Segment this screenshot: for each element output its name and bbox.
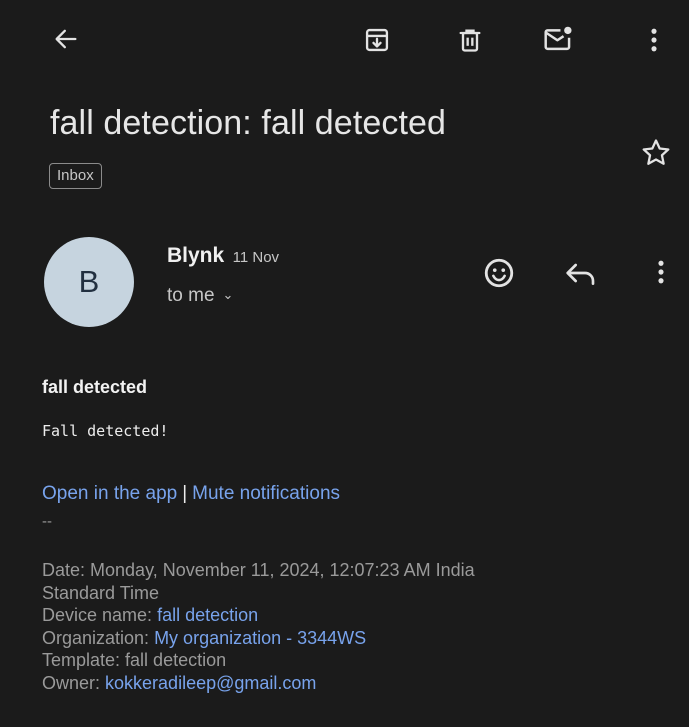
more-vert-icon[interactable] <box>640 26 668 54</box>
date-row: Date: Monday, November 11, 2024, 12:07:2… <box>42 559 475 582</box>
device-link[interactable]: fall detection <box>157 605 258 625</box>
arrow-left-icon[interactable] <box>52 25 80 53</box>
chevron-down-icon: ⌄ <box>222 287 234 302</box>
organization-row: Organization: My organization - 3344WS <box>42 627 475 650</box>
notification-links: Open in the app | Mute notifications <box>42 483 340 505</box>
sender-name[interactable]: Blynk <box>167 244 224 267</box>
date-value: Monday, November 11, 2024, 12:07:23 AM I… <box>90 560 475 580</box>
open-in-app-link[interactable]: Open in the app <box>42 483 177 504</box>
organization-link[interactable]: My organization - 3344WS <box>154 628 366 648</box>
recipient-toggle[interactable]: to me ⌄ <box>167 285 233 307</box>
body-heading: fall detected <box>42 377 148 397</box>
event-details: Date: Monday, November 11, 2024, 12:07:2… <box>42 559 475 694</box>
signature-divider: -- <box>42 513 52 530</box>
date-row-cont: Standard Time <box>42 582 475 605</box>
date-value-cont: Standard Time <box>42 582 160 603</box>
trash-icon[interactable] <box>456 26 484 54</box>
template-value: fall detection <box>125 650 227 670</box>
organization-label: Organization: <box>42 627 155 648</box>
template-row: Template: fall detection <box>42 649 475 672</box>
owner-row: Owner: kokkeradileep@gmail.com <box>42 672 475 695</box>
owner-email-link[interactable]: kokkeradileep@gmail.com <box>105 673 316 693</box>
date-label: Date: <box>42 560 91 580</box>
reply-icon[interactable] <box>563 257 599 289</box>
mark-unread-icon[interactable] <box>542 24 574 54</box>
template-label: Template: <box>42 650 126 670</box>
email-view: fall detection: fall detected Inbox B Bl… <box>0 0 689 727</box>
email-subject: fall detection: fall detected <box>50 104 447 142</box>
emoji-icon[interactable] <box>482 256 516 290</box>
owner-label: Owner: <box>42 672 106 693</box>
device-row: Device name: fall detection <box>42 604 475 627</box>
star-outline-icon[interactable] <box>639 136 673 170</box>
recipient-text: to me <box>167 285 215 306</box>
device-label: Device name: <box>42 605 158 625</box>
sender-line: Blynk 11 Nov <box>167 244 279 268</box>
link-separator: | <box>182 483 188 504</box>
mute-notifications-link[interactable]: Mute notifications <box>192 483 340 504</box>
body-message: Fall detected! <box>42 422 169 440</box>
inbox-label-chip[interactable]: Inbox <box>49 163 102 189</box>
email-date: 11 Nov <box>232 249 280 266</box>
archive-icon[interactable] <box>363 26 391 54</box>
message-more-icon[interactable] <box>647 258 675 286</box>
sender-avatar[interactable]: B <box>44 237 134 327</box>
